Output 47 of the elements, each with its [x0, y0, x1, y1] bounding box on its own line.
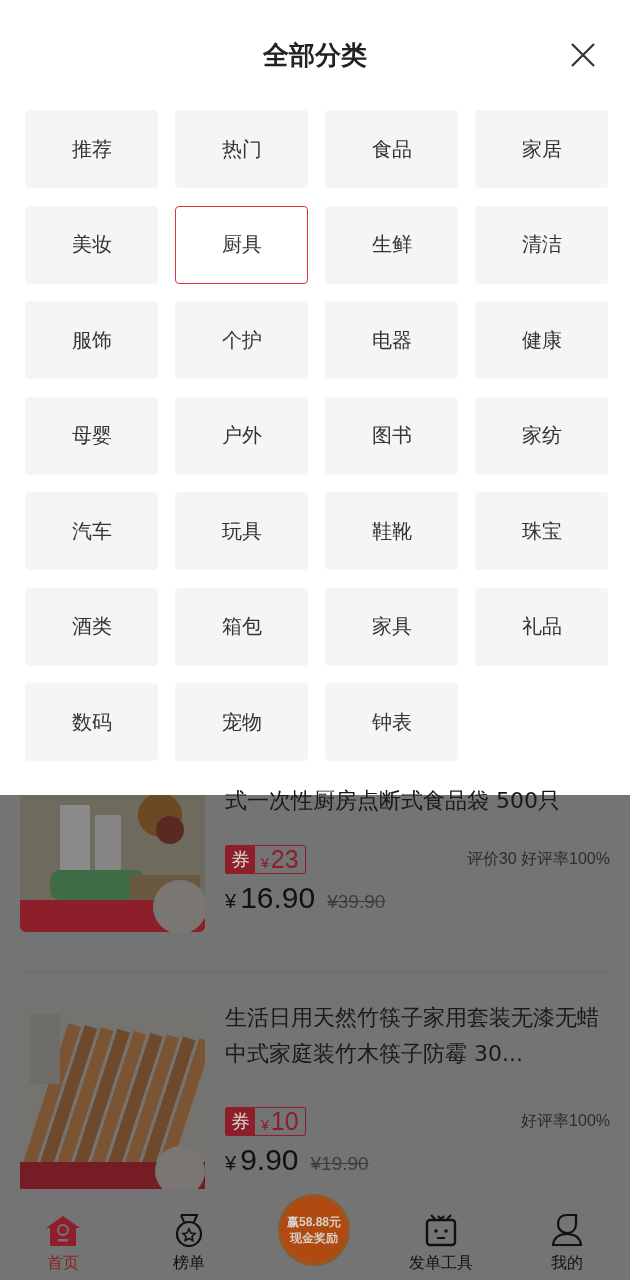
tab-item[interactable]: 我的	[504, 1204, 630, 1279]
coupon-amount: ¥10	[260, 1108, 300, 1135]
category-tile[interactable]: 汽车	[25, 492, 158, 570]
product-title[interactable]: 式一次性厨房点断式食品袋 500只	[225, 783, 610, 844]
category-tile[interactable]: 鞋靴	[325, 492, 458, 570]
category-tile[interactable]: 清洁	[475, 205, 608, 284]
close-icon[interactable]	[570, 42, 596, 68]
category-tile[interactable]: 美妆	[25, 205, 158, 284]
category-tile[interactable]: 热门	[175, 110, 308, 188]
person-icon	[551, 1213, 583, 1247]
price: ¥9.90	[225, 1143, 299, 1177]
tab-item[interactable]: 发单工具	[378, 1204, 504, 1279]
category-tile[interactable]: 电器	[325, 301, 458, 379]
house-icon	[45, 1215, 81, 1247]
robot-icon	[425, 1213, 457, 1247]
rating-text: 评价30 好评率100%	[466, 849, 610, 869]
category-tile[interactable]: 图书	[325, 396, 458, 475]
product-title[interactable]: 生活日用天然竹筷子家用套装无漆无蜡中式家庭装竹木筷子防霉 30...	[225, 1000, 610, 1106]
category-tile[interactable]: 钟表	[325, 683, 458, 761]
category-tile[interactable]: 推荐	[25, 110, 158, 188]
category-tile[interactable]: 酒类	[25, 587, 158, 666]
category-tile[interactable]: 家具	[325, 587, 458, 666]
category-tile[interactable]: 家纺	[475, 396, 608, 475]
coupon-label: 券	[226, 1108, 255, 1135]
category-tile[interactable]: 玩具	[175, 492, 308, 570]
category-tile[interactable]: 珠宝	[475, 492, 608, 570]
category-tile[interactable]: 厨具	[175, 205, 308, 284]
price: ¥16.90	[225, 881, 316, 915]
tab-item[interactable]: 榜单	[126, 1204, 252, 1279]
category-tile[interactable]: 健康	[475, 301, 608, 379]
category-tile[interactable]: 箱包	[175, 587, 308, 666]
category-tile[interactable]: 礼品	[475, 587, 608, 666]
category-tile[interactable]: 数码	[25, 683, 158, 761]
rating-text: 好评率100%	[521, 1111, 610, 1131]
category-tile[interactable]: 家居	[475, 110, 608, 188]
category-tile[interactable]: 户外	[175, 396, 308, 475]
category-tile[interactable]: 服饰	[25, 301, 158, 379]
category-tile[interactable]: 个护	[175, 301, 308, 379]
category-tile[interactable]: 宠物	[175, 683, 308, 761]
coupon-amount: ¥23	[260, 846, 300, 873]
cash-reward-badge[interactable]: 赢58.88元 现金奖励	[278, 1194, 350, 1266]
coupon-label: 券	[226, 846, 255, 873]
category-tile[interactable]: 生鲜	[325, 205, 458, 284]
panel-title: 全部分类	[263, 38, 367, 72]
category-tile[interactable]: 食品	[325, 110, 458, 188]
medal-icon	[174, 1213, 204, 1247]
category-tile[interactable]: 母婴	[25, 396, 158, 475]
